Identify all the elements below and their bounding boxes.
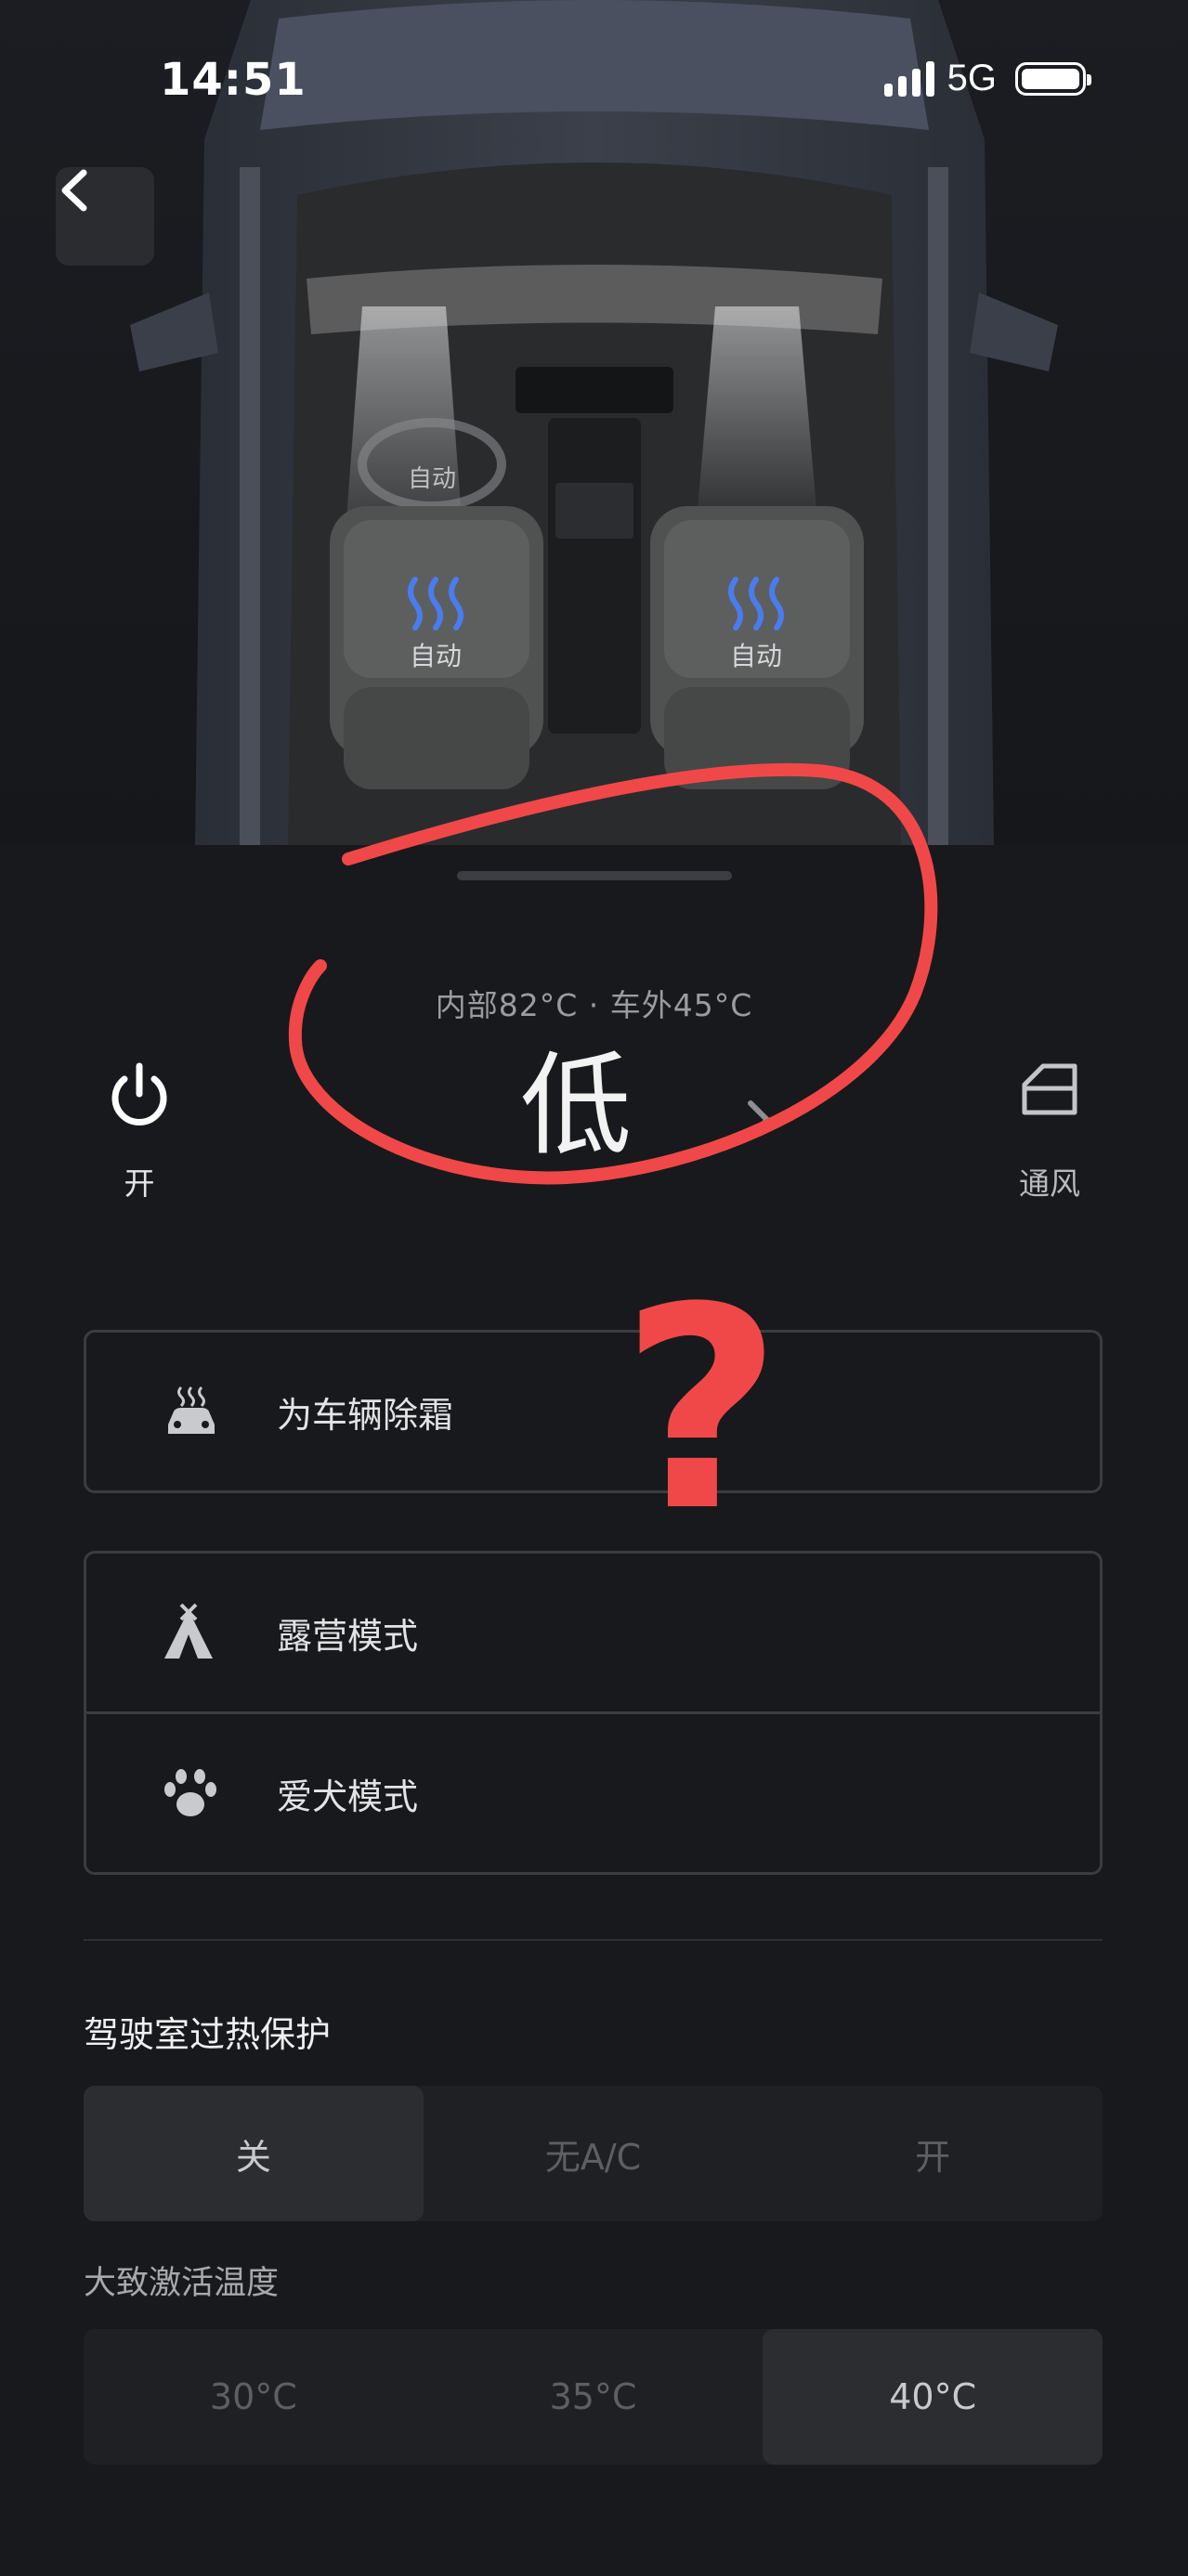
defrost-car-icon	[168, 1386, 215, 1434]
fan-level[interactable]: 低	[520, 1051, 632, 1163]
drag-handle[interactable]	[457, 871, 732, 880]
overheat-mode-selector: 关 无A/C 开	[84, 2086, 1103, 2221]
overheat-protection-title: 驾驶室过热保护	[84, 2014, 332, 2055]
car-top-view	[130, 0, 1058, 845]
chevron-right-icon[interactable]	[743, 1098, 773, 1142]
overheat-mode-on[interactable]: 开	[763, 2086, 1103, 2221]
temp-option-40[interactable]: 40°C	[763, 2329, 1103, 2465]
chevron-left-icon	[61, 169, 87, 212]
tent-icon	[164, 1603, 213, 1659]
status-time: 14:51	[160, 54, 307, 106]
power-button[interactable]	[102, 1059, 176, 1137]
activation-temp-selector: 30°C 35°C 40°C	[84, 2329, 1103, 2465]
left-seat-heat-icon[interactable]	[402, 576, 469, 631]
climate-panel: 内部82°C · 车外45°C 开 低 通风 为车辆除霜 露营模式 爱犬模式 驾…	[0, 845, 1188, 2576]
dog-mode-label: 爱犬模式	[277, 1776, 419, 1817]
vent-window-icon[interactable]	[1017, 1057, 1082, 1122]
defrost-card: 为车辆除霜	[84, 1330, 1103, 1493]
right-seat-heat-icon[interactable]	[723, 576, 790, 631]
overheat-mode-off[interactable]: 关	[84, 2086, 424, 2221]
left-seat-mode[interactable]: 自动	[380, 636, 491, 673]
camp-mode-label: 露营模式	[277, 1615, 419, 1657]
steering-heat-mode[interactable]: 自动	[376, 460, 488, 494]
car-overview: 14:51 5G 自动 自动 自动	[0, 0, 1188, 845]
temp-option-35[interactable]: 35°C	[424, 2329, 764, 2465]
vent-label: 通风	[1019, 1165, 1080, 1202]
section-divider	[84, 1939, 1103, 1941]
power-icon	[111, 1062, 167, 1125]
status-icons: 5G	[883, 58, 1091, 99]
battery-icon	[1015, 61, 1091, 96]
defrost-row[interactable]: 为车辆除霜	[86, 1333, 1100, 1490]
overheat-mode-no-ac[interactable]: 无A/C	[424, 2086, 764, 2221]
camp-mode-row[interactable]: 露营模式	[86, 1554, 1100, 1711]
back-button[interactable]	[56, 167, 154, 266]
defrost-label: 为车辆除霜	[277, 1394, 454, 1436]
temperature-readout: 内部82°C · 车外45°C	[435, 987, 753, 1023]
modes-card: 露营模式 爱犬模式	[84, 1551, 1103, 1875]
signal-strength-icon	[883, 60, 934, 97]
paw-icon	[164, 1769, 216, 1816]
dog-mode-row[interactable]: 爱犬模式	[86, 1711, 1100, 1872]
right-seat-mode[interactable]: 自动	[700, 636, 812, 673]
activation-temp-label: 大致激活温度	[84, 2265, 280, 2302]
network-type: 5G	[946, 58, 997, 98]
power-label: 开	[124, 1165, 155, 1202]
temp-option-30[interactable]: 30°C	[84, 2329, 424, 2465]
